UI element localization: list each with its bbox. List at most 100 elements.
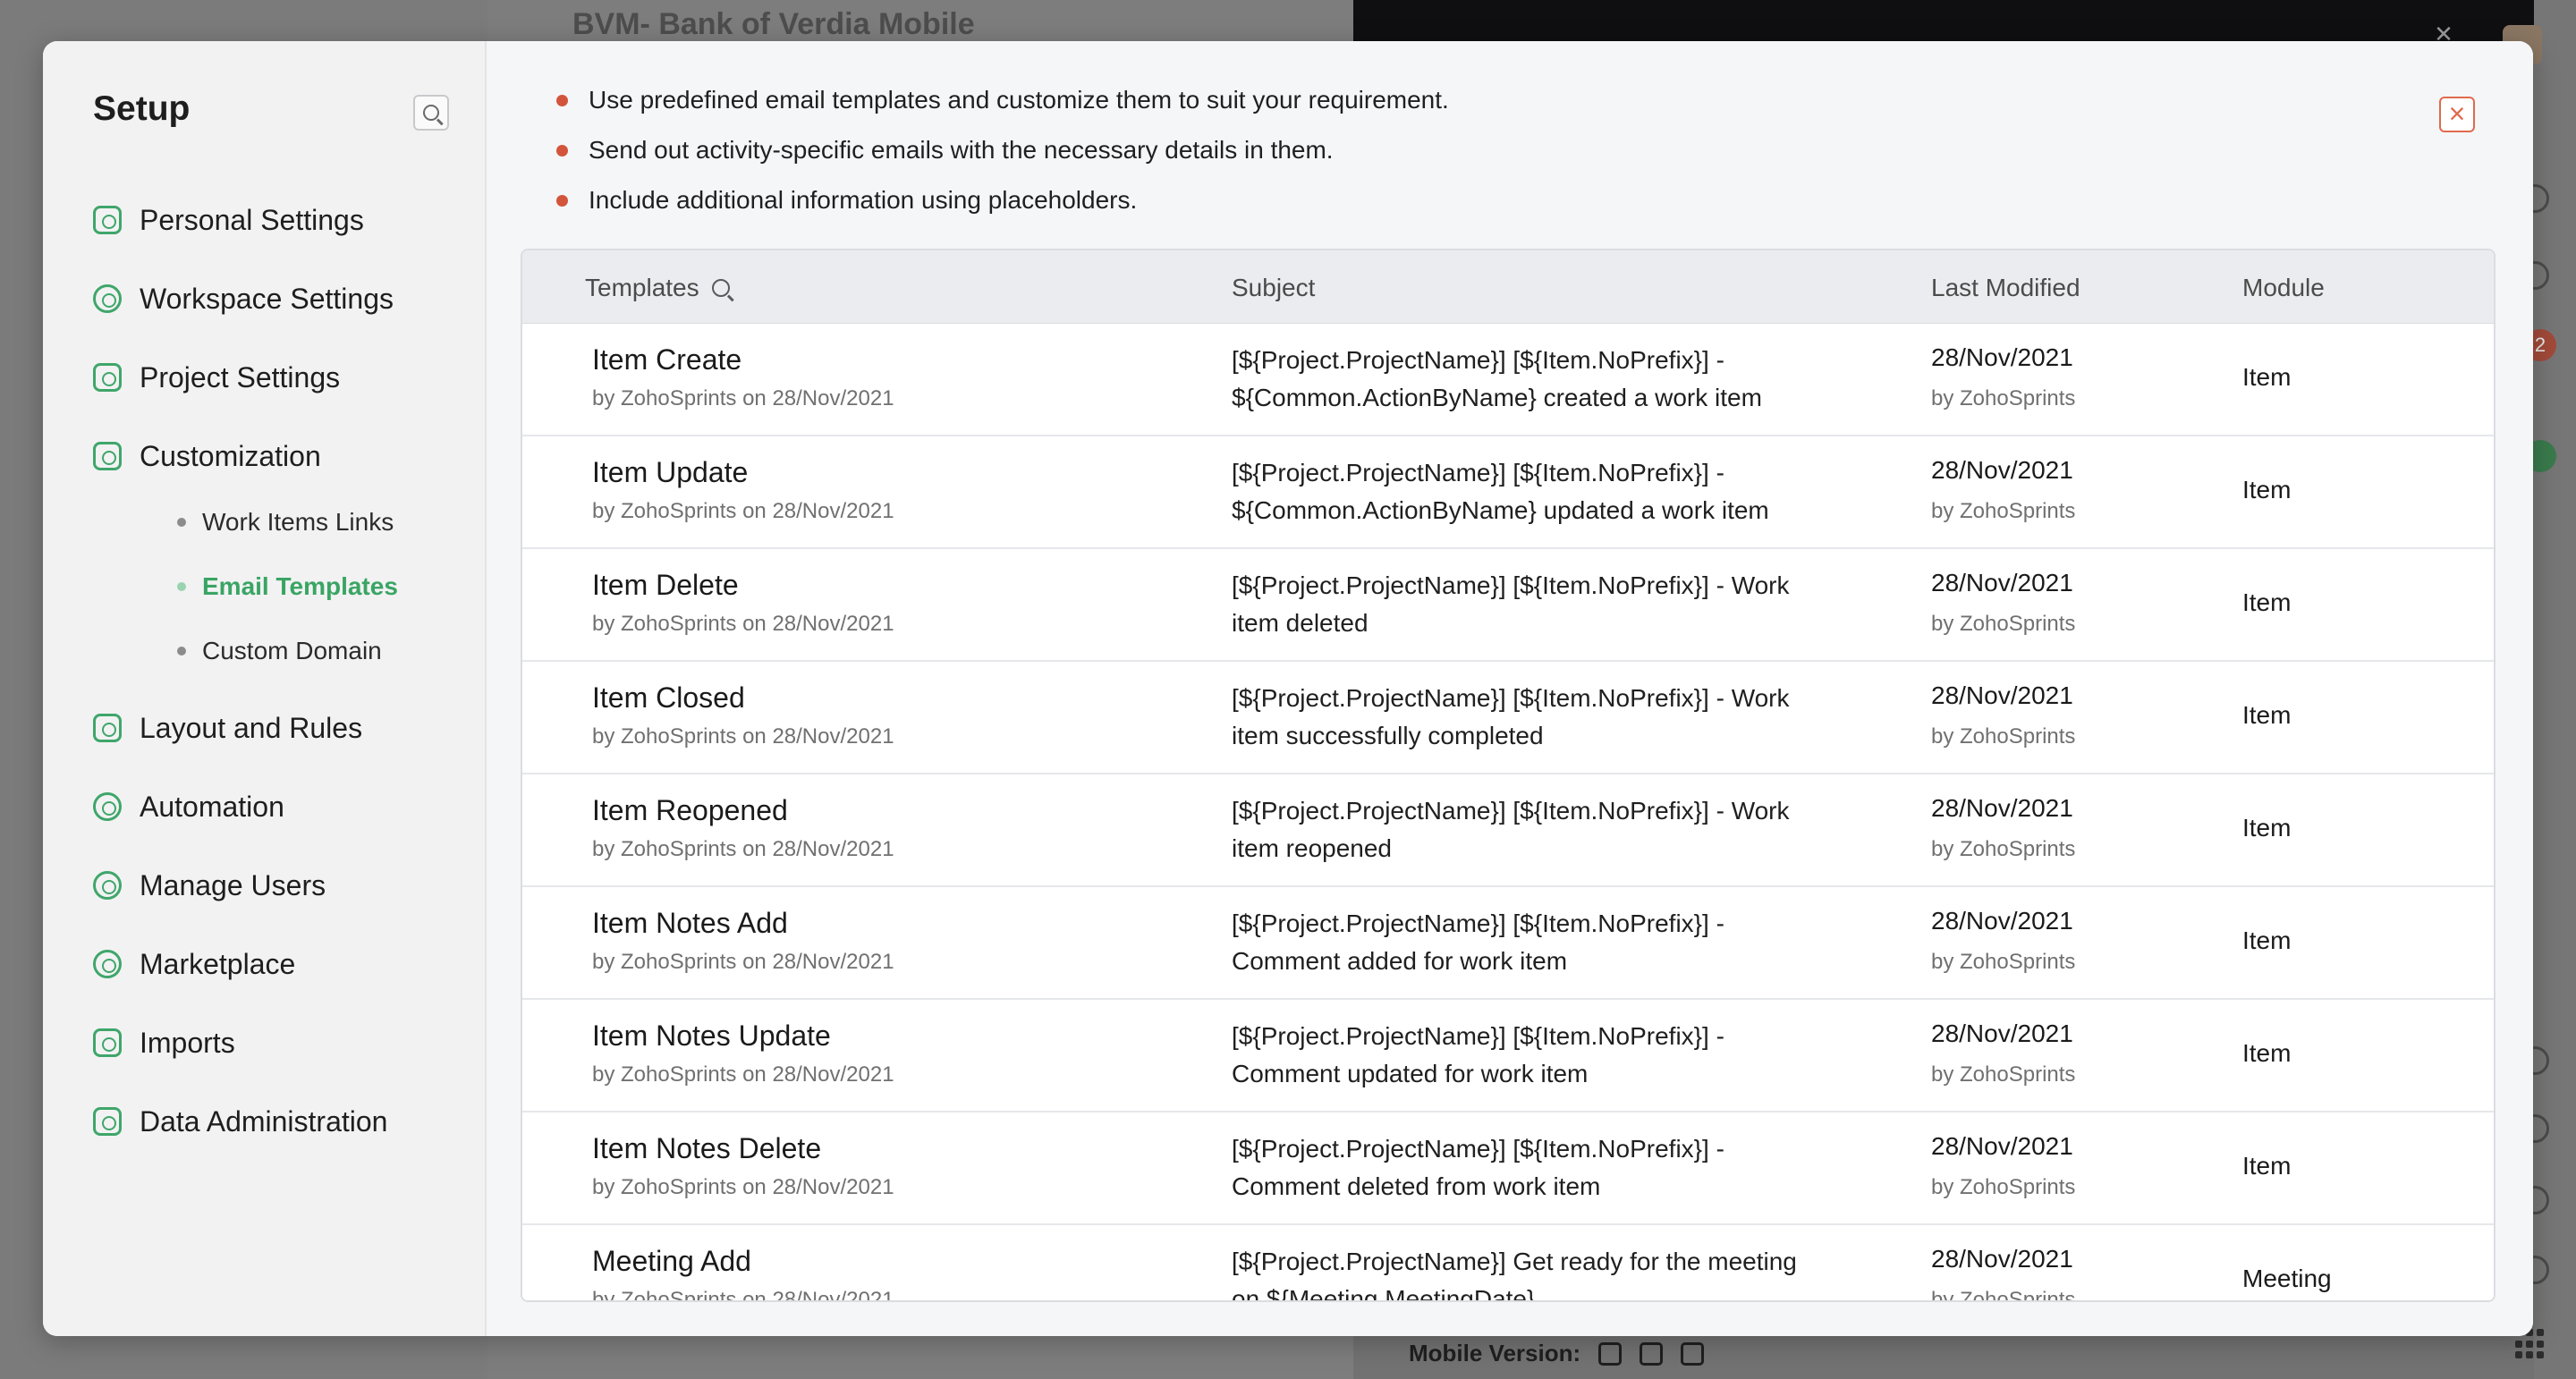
table-row[interactable]: Item Create by ZohoSprints on 28/Nov/202… <box>522 324 2494 436</box>
apple-icon <box>1598 1341 1623 1366</box>
template-name[interactable]: Item Create <box>592 343 741 376</box>
intro-bullet: Use predefined email templates and custo… <box>556 75 1449 125</box>
template-subject: [${Project.ProjectName}] [${Item.NoPrefi… <box>1232 459 1769 524</box>
template-subject: [${Project.ProjectName}] [${Item.NoPrefi… <box>1232 909 1724 975</box>
workspace-icon <box>93 284 122 313</box>
template-module: Item <box>2242 363 2292 391</box>
sub-item-label: Custom Domain <box>202 637 382 664</box>
column-header-templates[interactable]: Templates <box>585 274 730 302</box>
sub-item-label: Email Templates <box>202 572 398 600</box>
table-row[interactable]: Item Notes Update by ZohoSprints on 28/N… <box>522 1000 2494 1113</box>
table-row[interactable]: Item Delete by ZohoSprints on 28/Nov/202… <box>522 549 2494 662</box>
last-modified-date: 28/Nov/2021 <box>1931 569 2073 596</box>
template-author: by ZohoSprints on 28/Nov/2021 <box>592 612 894 636</box>
nav-imports[interactable]: Imports <box>93 1018 235 1068</box>
template-name[interactable]: Item Update <box>592 456 748 489</box>
nav-layout-and-rules[interactable]: Layout and Rules <box>93 703 362 753</box>
nav-project-settings[interactable]: Project Settings <box>93 352 340 402</box>
last-modified-date: 28/Nov/2021 <box>1931 1132 2073 1160</box>
search-icon <box>423 105 439 121</box>
nav-label: Imports <box>140 1026 235 1059</box>
intro-bullet-text: Send out activity-specific emails with t… <box>589 136 1334 164</box>
template-name[interactable]: Item Delete <box>592 569 739 602</box>
table-row[interactable]: Item Reopened by ZohoSprints on 28/Nov/2… <box>522 774 2494 887</box>
data-icon <box>93 1107 122 1136</box>
template-module: Item <box>2242 1152 2292 1180</box>
layout-icon <box>93 714 122 742</box>
table-row[interactable]: Item Notes Delete by ZohoSprints on 28/N… <box>522 1113 2494 1225</box>
email-templates-content: Use predefined email templates and custo… <box>487 41 2533 1336</box>
template-subject: [${Project.ProjectName}] [${Item.NoPrefi… <box>1232 797 1790 862</box>
template-name[interactable]: Item Notes Delete <box>592 1132 821 1165</box>
column-header-last-modified: Last Modified <box>1931 274 2080 301</box>
sub-item-custom-domain[interactable]: Custom Domain <box>177 631 382 671</box>
nav-automation[interactable]: Automation <box>93 782 284 832</box>
table-row[interactable]: Meeting Add by ZohoSprints on 28/Nov/202… <box>522 1225 2494 1302</box>
nav-marketplace[interactable]: Marketplace <box>93 939 295 989</box>
template-author: by ZohoSprints on 28/Nov/2021 <box>592 499 894 523</box>
table-row[interactable]: Item Update by ZohoSprints on 28/Nov/202… <box>522 436 2494 549</box>
nav-manage-users[interactable]: Manage Users <box>93 860 326 910</box>
last-modified-by: by ZohoSprints <box>1931 1175 2076 1199</box>
nav-workspace-settings[interactable]: Workspace Settings <box>93 274 394 324</box>
nav-label: Marketplace <box>140 947 296 980</box>
nav-customization[interactable]: Customization <box>93 431 321 481</box>
template-subject: [${Project.ProjectName}] [${Item.NoPrefi… <box>1232 684 1790 749</box>
sub-item-email-templates[interactable]: Email Templates <box>177 567 398 606</box>
template-author: by ZohoSprints on 28/Nov/2021 <box>592 1062 894 1087</box>
nav-label: Manage Users <box>140 868 326 901</box>
nav-label: Automation <box>140 790 284 823</box>
last-modified-by: by ZohoSprints <box>1931 724 2076 749</box>
bullet-icon <box>556 194 568 207</box>
column-header-subject: Subject <box>1232 274 1316 301</box>
table-header: Templates Subject Last Modified Module <box>522 250 2494 324</box>
last-modified-date: 28/Nov/2021 <box>1931 1019 2073 1047</box>
marketplace-icon <box>93 950 122 978</box>
bullet-icon <box>177 518 186 527</box>
bullet-icon <box>177 582 186 591</box>
template-author: by ZohoSprints on 28/Nov/2021 <box>592 386 894 410</box>
background-dark-header <box>1353 0 2534 43</box>
automation-icon <box>93 792 122 821</box>
bullet-icon <box>556 94 568 106</box>
nav-label: Data Administration <box>140 1104 388 1138</box>
template-author: by ZohoSprints on 28/Nov/2021 <box>592 950 894 974</box>
nav-personal-settings[interactable]: Personal Settings <box>93 195 364 245</box>
template-subject: [${Project.ProjectName}] Get ready for t… <box>1232 1248 1797 1302</box>
last-modified-date: 28/Nov/2021 <box>1931 907 2073 935</box>
last-modified-date: 28/Nov/2021 <box>1931 1245 2073 1273</box>
template-subject: [${Project.ProjectName}] [${Item.NoPrefi… <box>1232 1135 1724 1200</box>
sub-item-label: Work Items Links <box>202 508 394 536</box>
template-subject: [${Project.ProjectName}] [${Item.NoPrefi… <box>1232 346 1762 411</box>
template-author: by ZohoSprints on 28/Nov/2021 <box>592 1175 894 1199</box>
mobile-version-label: Mobile Version: <box>1409 1340 1581 1366</box>
last-modified-date: 28/Nov/2021 <box>1931 681 2073 709</box>
sub-item-work-items-links[interactable]: Work Items Links <box>177 503 394 542</box>
template-name[interactable]: Item Notes Add <box>592 907 788 940</box>
template-subject: [${Project.ProjectName}] [${Item.NoPrefi… <box>1232 1022 1724 1087</box>
users-icon <box>93 871 122 900</box>
qr-code-icon <box>1681 1341 1705 1366</box>
template-name[interactable]: Item Reopened <box>592 794 788 827</box>
setup-search-button[interactable] <box>413 95 449 131</box>
template-module: Meeting <box>2242 1265 2332 1292</box>
table-row[interactable]: Item Notes Add by ZohoSprints on 28/Nov/… <box>522 887 2494 1000</box>
template-name[interactable]: Item Closed <box>592 681 745 715</box>
person-settings-icon <box>93 206 122 234</box>
close-button[interactable]: × <box>2439 97 2475 132</box>
nav-data-administration[interactable]: Data Administration <box>93 1096 387 1146</box>
template-name[interactable]: Item Notes Update <box>592 1019 831 1053</box>
bullet-icon <box>177 647 186 656</box>
last-modified-date: 28/Nov/2021 <box>1931 343 2073 371</box>
template-module: Item <box>2242 1039 2292 1067</box>
template-module: Item <box>2242 926 2292 954</box>
intro-bullet: Include additional information using pla… <box>556 175 1449 225</box>
template-subject: [${Project.ProjectName}] [${Item.NoPrefi… <box>1232 571 1790 637</box>
table-row[interactable]: Item Closed by ZohoSprints on 28/Nov/202… <box>522 662 2494 774</box>
template-name[interactable]: Meeting Add <box>592 1245 751 1278</box>
last-modified-by: by ZohoSprints <box>1931 837 2076 861</box>
nav-label: Customization <box>140 439 321 472</box>
intro-bullet-text: Include additional information using pla… <box>589 186 1138 214</box>
search-icon[interactable] <box>711 279 730 297</box>
setup-title: Setup <box>93 89 191 128</box>
